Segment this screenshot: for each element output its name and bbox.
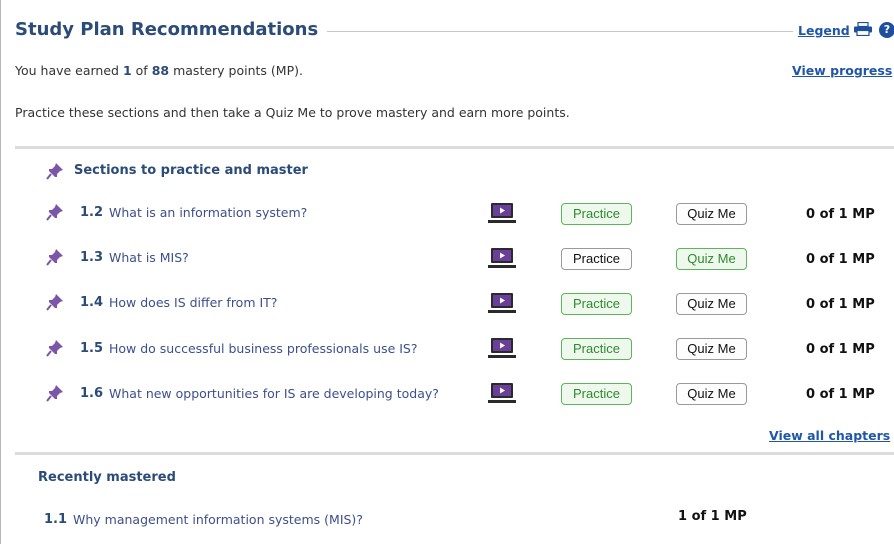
- page-title: Study Plan Recommendations: [15, 19, 319, 40]
- view-all-chapters-link[interactable]: View all chapters: [769, 428, 890, 443]
- section-title-link[interactable]: How does IS differ from IT?: [109, 295, 277, 310]
- pushpin-icon: [46, 340, 63, 357]
- video-monitor-icon[interactable]: [488, 337, 516, 359]
- view-progress-link[interactable]: View progress: [792, 63, 892, 78]
- earned-of: of: [135, 63, 148, 78]
- instructions-text: Practice these sections and then take a …: [15, 105, 570, 120]
- pushpin-icon: [46, 249, 63, 266]
- earned-prefix: You have earned: [15, 63, 119, 78]
- section-number: 1.2: [80, 205, 104, 220]
- section-number: 1.6: [80, 386, 104, 401]
- video-monitor-icon[interactable]: [488, 202, 516, 224]
- section-number: 1.4: [80, 295, 104, 310]
- mastery-points: 0 of 1 MP: [806, 297, 875, 312]
- quiz-me-button[interactable]: Quiz Me: [676, 203, 747, 225]
- section-divider: [15, 146, 894, 149]
- pushpin-icon: [46, 385, 63, 402]
- pushpin-icon: [46, 294, 63, 311]
- section-title-link[interactable]: What is an information system?: [109, 205, 307, 220]
- earned-points: 1: [122, 63, 132, 78]
- mastery-points: 0 of 1 MP: [806, 252, 875, 267]
- mastery-points: 0 of 1 MP: [806, 342, 875, 357]
- legend-link[interactable]: Legend: [798, 23, 850, 38]
- recently-mastered-heading: Recently mastered: [38, 470, 176, 485]
- video-monitor-icon[interactable]: [488, 292, 516, 314]
- practice-button[interactable]: Practice: [561, 293, 632, 315]
- help-icon[interactable]: ?: [879, 22, 894, 38]
- pushpin-icon: [46, 163, 63, 180]
- section-title-link[interactable]: What new opportunities for IS are develo…: [109, 386, 439, 401]
- quiz-me-button[interactable]: Quiz Me: [676, 338, 747, 360]
- practice-button[interactable]: Practice: [561, 338, 632, 360]
- video-monitor-icon[interactable]: [488, 382, 516, 404]
- earned-suffix: mastery points (MP).: [173, 63, 303, 78]
- section-divider: [15, 452, 894, 455]
- pushpin-icon: [46, 204, 63, 221]
- section-title-link[interactable]: How do successful business professionals…: [109, 341, 418, 356]
- mastery-summary: You have earned 1 of 88 mastery points (…: [15, 63, 303, 78]
- section-title-link[interactable]: What is MIS?: [109, 250, 189, 265]
- mastery-points: 0 of 1 MP: [806, 387, 875, 402]
- quiz-me-button[interactable]: Quiz Me: [676, 248, 747, 270]
- section-title-link[interactable]: Why management information systems (MIS)…: [73, 512, 363, 527]
- practice-section-heading: Sections to practice and master: [74, 163, 308, 178]
- title-divider: [327, 31, 793, 32]
- quiz-me-button[interactable]: Quiz Me: [676, 383, 747, 405]
- practice-button[interactable]: Practice: [561, 383, 632, 405]
- section-number: 1.5: [80, 341, 104, 356]
- mastery-points: 0 of 1 MP: [806, 207, 875, 222]
- mastery-points: 1 of 1 MP: [678, 509, 747, 524]
- video-monitor-icon[interactable]: [488, 247, 516, 269]
- practice-button[interactable]: Practice: [561, 248, 632, 270]
- practice-button[interactable]: Practice: [561, 203, 632, 225]
- study-plan-panel: Study Plan Recommendations Legend ? You …: [0, 0, 894, 544]
- section-number: 1.3: [80, 250, 104, 265]
- total-points: 88: [151, 63, 170, 78]
- printer-icon[interactable]: [853, 22, 873, 36]
- section-number: 1.1: [44, 512, 68, 527]
- quiz-me-button[interactable]: Quiz Me: [676, 293, 747, 315]
